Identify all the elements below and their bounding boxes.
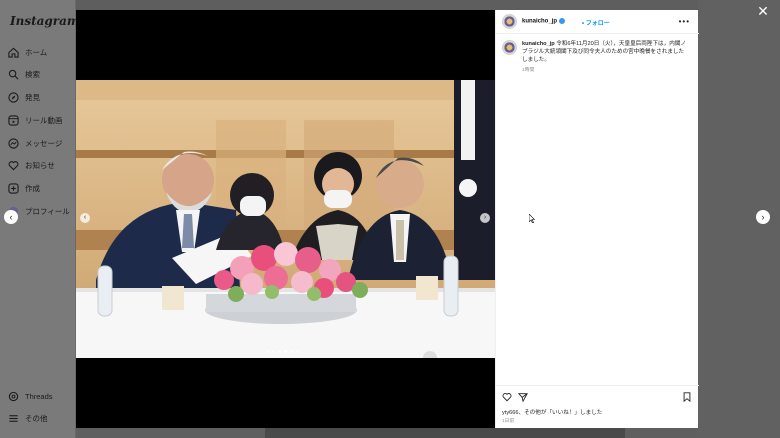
post-media: ‹ › [76, 10, 495, 428]
sidebar-item-label: メッセージ [25, 138, 63, 148]
save-bookmark-icon[interactable] [682, 392, 692, 402]
account-avatar[interactable] [502, 14, 517, 29]
follow-label[interactable]: フォロー [586, 21, 610, 27]
close-modal-button[interactable]: ✕ [756, 4, 770, 18]
threads-icon [8, 391, 19, 401]
sidebar-item-reels[interactable]: リール動画 [8, 112, 63, 128]
sidebar-item-label: 発見 [25, 92, 40, 102]
carousel-dot [290, 350, 293, 353]
sidebar-item-label: ホーム [25, 47, 48, 57]
carousel-dot [272, 350, 275, 353]
sidebar-item-home[interactable]: ホーム [8, 44, 47, 60]
menu-icon [9, 414, 18, 422]
reels-icon [8, 114, 19, 126]
sidebar-item-threads[interactable]: Threads [8, 388, 53, 404]
sidebar-item-label: 作成 [25, 183, 40, 193]
sidebar-item-more[interactable]: その他 [8, 410, 48, 426]
post-modal: ‹ › kunaicho_jp • フォロー ••• kunaicho_jp 令… [76, 10, 699, 428]
carousel-indicator [266, 350, 299, 353]
sidebar-item-search[interactable]: 検索 [8, 66, 40, 82]
compass-icon [8, 91, 19, 103]
post-timestamp: 1日前 [502, 419, 515, 424]
sidebar-item-label: その他 [25, 413, 48, 423]
search-icon [8, 69, 19, 79]
next-post-button[interactable]: › [756, 210, 770, 224]
sidebar-item-create[interactable]: 作成 [8, 180, 40, 196]
page-backdrop-top [76, 0, 698, 10]
post-header: kunaicho_jp • フォロー ••• [496, 10, 699, 34]
sidebar-item-explore[interactable]: 発見 [8, 89, 40, 105]
post-actions: yty666、その他が「いいね！」しました 1日前 [496, 385, 699, 428]
account-username[interactable]: kunaicho_jp [522, 18, 566, 25]
sidebar-item-label: 検索 [25, 69, 40, 79]
share-send-icon[interactable] [518, 392, 528, 402]
post-photo[interactable] [76, 80, 495, 358]
caption-username[interactable]: kunaicho_jp [522, 41, 555, 47]
mouse-cursor-icon [529, 214, 535, 223]
previous-post-button[interactable]: ‹ [4, 210, 18, 224]
plus-square-icon [8, 182, 19, 194]
home-icon [8, 47, 19, 58]
sidebar-item-messages[interactable]: メッセージ [8, 135, 62, 151]
likes-summary[interactable]: yty666、その他が「いいね！」しました [502, 408, 602, 416]
banquet-photo-illustration [76, 80, 495, 358]
messenger-icon [8, 137, 19, 149]
post-details-panel: kunaicho_jp • フォロー ••• kunaicho_jp 令和6年1… [495, 10, 699, 428]
carousel-dot [296, 350, 299, 353]
follow-button[interactable]: • フォロー [582, 18, 610, 27]
like-heart-icon[interactable] [502, 392, 512, 402]
instagram-logo[interactable]: Instagram [10, 14, 80, 28]
sidebar-item-label: Threads [25, 391, 53, 401]
more-options-icon[interactable]: ••• [679, 17, 690, 26]
sidebar-item-label: お知らせ [25, 160, 55, 170]
caption-timestamp: 1時間 [522, 68, 535, 73]
post-caption: kunaicho_jp 令和6年11月20日（火），天皇皇后両陛下は，内閣ノブラ… [522, 40, 687, 64]
sidebar-item-notifications[interactable]: お知らせ [8, 157, 55, 173]
carousel-dot [278, 350, 281, 353]
carousel-dot [266, 350, 269, 353]
carousel-next-button[interactable]: › [480, 213, 490, 223]
sidebar-item-label: プロフィール [25, 206, 70, 216]
heart-icon [8, 160, 19, 170]
feed-preview-strip [265, 428, 625, 438]
carousel-dot-active [284, 350, 287, 353]
carousel-prev-button[interactable]: ‹ [80, 213, 90, 223]
caption-avatar[interactable] [502, 40, 517, 55]
username-text[interactable]: kunaicho_jp [522, 19, 557, 25]
verified-badge-icon [559, 18, 566, 24]
sidebar-item-label: リール動画 [25, 115, 63, 125]
